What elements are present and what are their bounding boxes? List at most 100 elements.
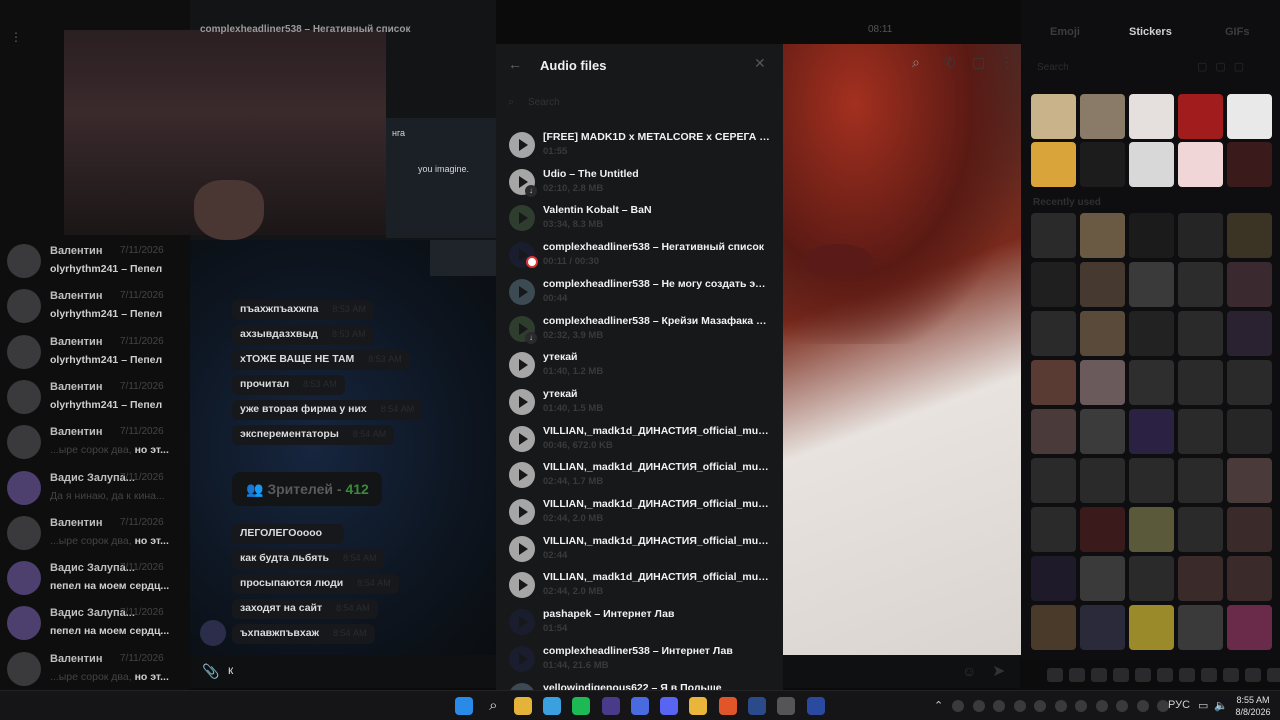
tray-app-icon[interactable]: [1054, 700, 1067, 712]
recent-sticker[interactable]: [1227, 605, 1272, 650]
tab-gifs[interactable]: GIFs: [1225, 26, 1249, 38]
audio-track[interactable]: VILLIAN,_madk1d_ДИНАСТИЯ_official_music 0…: [496, 568, 783, 605]
recent-sticker[interactable]: [1031, 360, 1076, 405]
tray-app-icon[interactable]: [1136, 700, 1149, 712]
sticker-set-icon[interactable]: [1179, 668, 1195, 682]
app-icon[interactable]: [542, 697, 561, 715]
sticker-toolbar-icons[interactable]: ▢▢▢: [1197, 60, 1252, 73]
windows-start-icon[interactable]: [455, 697, 473, 715]
chat-list-item[interactable]: Валентин 7/11/2026 ...ыре сорок два, но эт…: [0, 417, 190, 461]
sticker[interactable]: [1178, 142, 1223, 187]
spotify-tray-icon[interactable]: [993, 700, 1005, 712]
sticker-set-icon[interactable]: [1267, 668, 1280, 682]
audio-track[interactable]: утекай 01:40, 1.5 MB: [496, 385, 783, 422]
brave-icon[interactable]: [718, 697, 737, 715]
tray-app-icon[interactable]: [1075, 700, 1087, 712]
menu-dots-icon[interactable]: ⋮: [10, 30, 22, 44]
recent-sticker[interactable]: [1178, 507, 1223, 552]
tray-chevron-icon[interactable]: ⌃: [934, 699, 943, 712]
recent-sticker[interactable]: [1178, 556, 1223, 601]
download-icon[interactable]: ↓: [525, 184, 537, 197]
audio-track[interactable]: complexheadliner538 – Негативный список 0…: [496, 238, 783, 275]
play-icon[interactable]: [509, 609, 535, 636]
sticker[interactable]: [1080, 94, 1125, 139]
audio-track[interactable]: VILLIAN,_madk1d_ДИНАСТИЯ_official_music 0…: [496, 532, 783, 569]
play-icon[interactable]: [509, 499, 535, 525]
play-icon[interactable]: [509, 388, 535, 415]
language-indicator[interactable]: РУС: [1168, 699, 1190, 711]
audio-search-input[interactable]: [528, 94, 768, 110]
recent-sticker[interactable]: [1129, 311, 1174, 356]
recent-sticker[interactable]: [1178, 360, 1223, 405]
play-icon[interactable]: [509, 425, 535, 452]
recent-sticker[interactable]: [1080, 262, 1125, 307]
chat-list-item[interactable]: Вадис Залупа... 7/11/2026 пепел на моем се…: [0, 553, 190, 597]
screen-share[interactable]: нга you imagine.: [386, 118, 496, 238]
recent-sticker[interactable]: [1129, 458, 1174, 503]
sticker[interactable]: [1080, 142, 1125, 187]
tray-app-icon[interactable]: [1116, 700, 1128, 712]
recent-sticker[interactable]: [1227, 556, 1272, 601]
audio-track[interactable]: [FREE] MADK1D x METALCORE x СЕРЕГА ПИРАТ…: [496, 128, 783, 165]
recent-sticker[interactable]: [1129, 556, 1174, 601]
chat-list-item[interactable]: Валентин 7/11/2026 olyrhythm241 – Пепел: [0, 372, 190, 416]
audio-track[interactable]: VILLIAN,_madk1d_ДИНАСТИЯ_official_music 0…: [496, 495, 783, 532]
recent-sticker[interactable]: [1031, 262, 1076, 307]
play-icon[interactable]: [509, 132, 535, 158]
sticker-set-icon[interactable]: [1091, 668, 1107, 682]
recent-sticker[interactable]: [1178, 213, 1223, 258]
recent-sticker[interactable]: [1178, 409, 1223, 454]
chat-list-item[interactable]: Вадис Залупа... 7/11/2026 пепел на моем се…: [0, 598, 190, 642]
audio-track[interactable]: complexheadliner538 – Не могу создать эм…: [496, 275, 783, 312]
close-icon[interactable]: ✕: [754, 55, 766, 72]
sticker-search-input[interactable]: Search: [1037, 62, 1069, 73]
network-icon[interactable]: ▭: [1198, 699, 1208, 712]
audio-track[interactable]: VILLIAN,_madk1d_ДИНАСТИЯ_official_music 0…: [496, 422, 783, 459]
recent-sticker[interactable]: [1227, 262, 1272, 307]
recent-sticker[interactable]: [1178, 311, 1223, 356]
sticker[interactable]: [1227, 142, 1272, 187]
recent-sticker[interactable]: [1129, 213, 1174, 258]
more-icon[interactable]: ⋮: [1000, 54, 1014, 71]
telegram-tray-icon[interactable]: [1034, 700, 1046, 712]
play-icon[interactable]: [509, 278, 535, 305]
sticker[interactable]: [1129, 142, 1174, 187]
file-explorer-icon[interactable]: [513, 697, 532, 715]
steam-icon[interactable]: [748, 697, 766, 715]
audio-track[interactable]: ↓ Udio – The Untitled 02:10, 2.8 MB: [496, 165, 783, 202]
audio-track[interactable]: VILLIAN,_madk1d_ДИНАСТИЯ_official_music 0…: [496, 458, 783, 495]
tray-app-icon[interactable]: [1013, 700, 1026, 712]
tray-app-icon[interactable]: [1095, 700, 1108, 712]
sticker-set-icon[interactable]: [1223, 668, 1239, 682]
discord-icon[interactable]: [660, 697, 679, 715]
chat-list-item[interactable]: Валентин 7/11/2026 ...ыре сорок два, но эт…: [0, 644, 190, 688]
recent-sticker[interactable]: [1129, 360, 1174, 405]
play-icon[interactable]: [509, 462, 535, 489]
recent-sticker[interactable]: [1031, 458, 1076, 503]
sticker-set-icon[interactable]: [1069, 668, 1085, 682]
recent-sticker[interactable]: [1031, 507, 1076, 552]
recent-sticker[interactable]: [1129, 262, 1174, 307]
sticker-set-icon[interactable]: [1047, 668, 1063, 682]
chat-list-item[interactable]: Валентин 7/11/2026 olyrhythm241 – Пепел: [0, 236, 190, 280]
recent-sticker[interactable]: [1080, 458, 1125, 503]
recent-sticker[interactable]: [1080, 409, 1125, 454]
recent-sticker[interactable]: [1129, 507, 1174, 552]
terminal-icon[interactable]: [806, 697, 825, 715]
sticker-set-icon[interactable]: [1113, 668, 1129, 682]
recent-sticker[interactable]: [1178, 458, 1223, 503]
message-input[interactable]: к: [228, 663, 233, 677]
recent-sticker[interactable]: [1080, 507, 1125, 552]
sticker[interactable]: [1178, 94, 1223, 139]
recent-sticker[interactable]: [1129, 409, 1174, 454]
sticker[interactable]: [1031, 142, 1076, 187]
app-icon[interactable]: [777, 697, 796, 715]
audio-track[interactable]: Valentin Kobalt – BaN 03:34, 8.3 MB: [496, 201, 783, 238]
sticker-set-icon[interactable]: [1201, 668, 1217, 682]
chat-list-item[interactable]: Валентин 7/11/2026 olyrhythm241 – Пепел: [0, 327, 190, 371]
tray-app-icon[interactable]: [952, 700, 964, 712]
recent-sticker[interactable]: [1080, 311, 1125, 356]
recent-sticker[interactable]: [1227, 360, 1272, 405]
sticker[interactable]: [1129, 94, 1174, 139]
chrome-icon[interactable]: [689, 697, 708, 715]
